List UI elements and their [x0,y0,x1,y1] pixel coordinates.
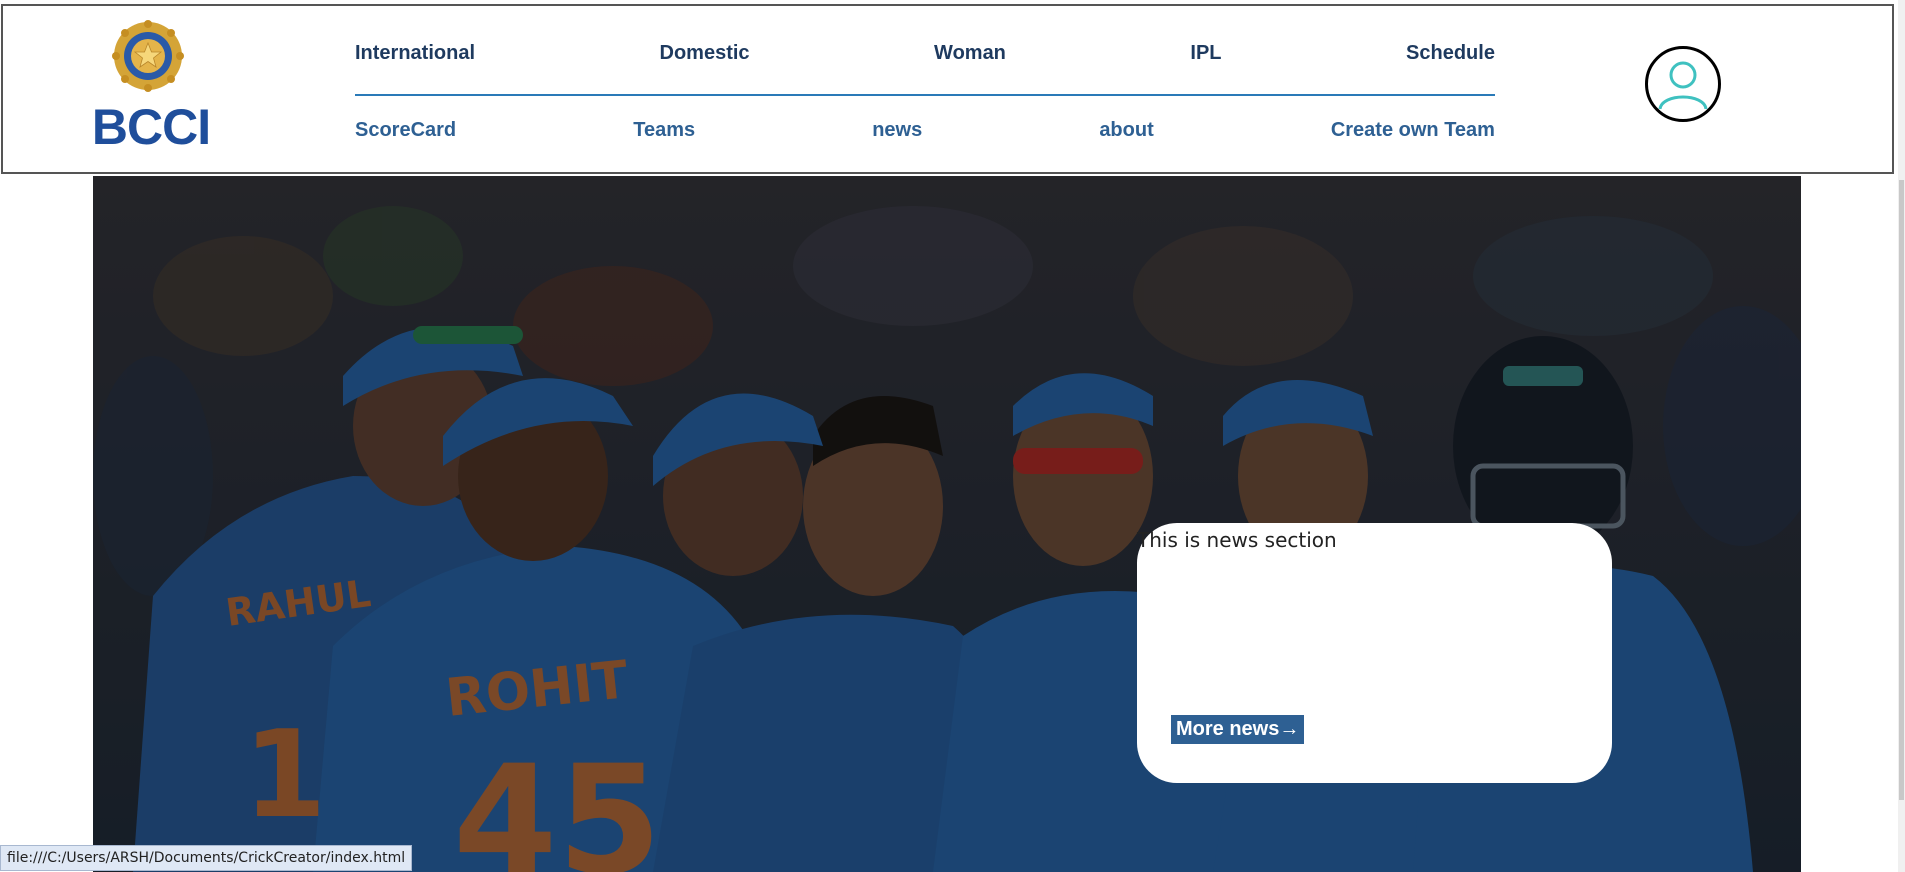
news-section-text: This is news section [1137,528,1337,552]
bcci-logo[interactable]: BCCI [89,14,213,154]
nav-link-about[interactable]: about [1099,119,1153,142]
nav-link-schedule[interactable]: Schedule [1406,42,1495,65]
main-nav: International Domestic Woman IPL Schedul… [355,42,1495,147]
site-header: BCCI International Domestic Woman IPL Sc… [1,4,1894,174]
logo-text: BCCI [91,99,211,155]
nav-row-secondary: ScoreCard Teams news about Create own Te… [355,113,1495,147]
nav-link-domestic[interactable]: Domestic [660,42,750,65]
nav-link-ipl[interactable]: IPL [1190,42,1221,65]
nav-link-news[interactable]: news [872,119,922,142]
vertical-scrollbar[interactable] [1898,0,1905,872]
news-panel: This is news section More news→ [1137,523,1612,783]
nav-link-teams[interactable]: Teams [633,119,695,142]
scrollbar-thumb[interactable] [1899,180,1904,800]
more-news-button[interactable]: More news→ [1171,715,1305,744]
nav-link-scorecard[interactable]: ScoreCard [355,119,456,142]
bcci-emblem-icon [112,20,184,92]
nav-link-create-own-team[interactable]: Create own Team [1331,119,1495,142]
status-bar-url: file:///C:/Users/ARSH/Documents/CrickCre… [0,845,413,871]
user-profile-icon [1658,61,1708,110]
nav-link-woman[interactable]: Woman [934,42,1006,65]
profile-button[interactable] [1645,46,1721,122]
nav-link-international[interactable]: International [355,42,475,65]
nav-row-primary: International Domestic Woman IPL Schedul… [355,42,1495,96]
